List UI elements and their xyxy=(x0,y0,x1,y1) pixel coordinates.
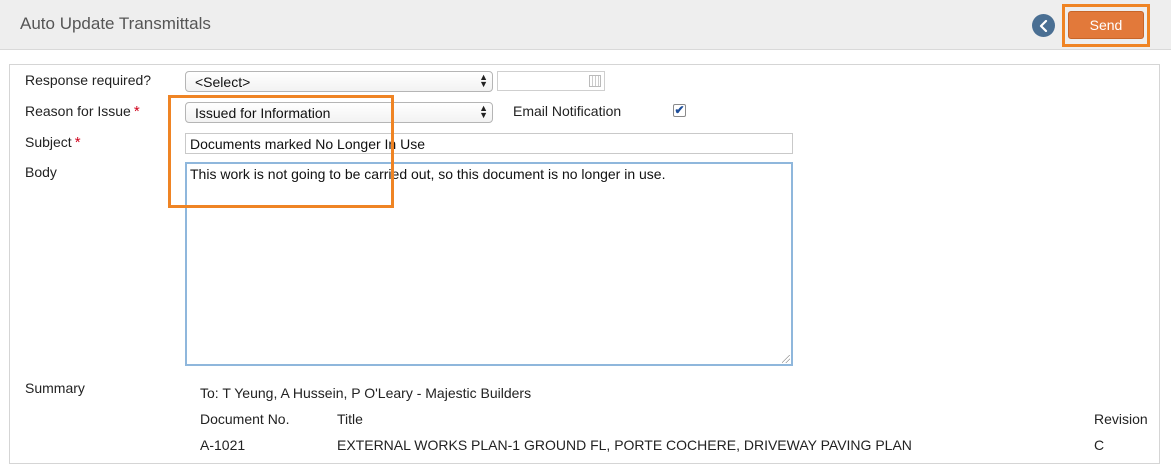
subject-label: Subject * xyxy=(25,134,81,151)
subject-input[interactable]: Documents marked No Longer In Use xyxy=(185,133,793,154)
body-textarea[interactable]: This work is not going to be carried out… xyxy=(185,162,793,366)
calendar-icon[interactable] xyxy=(589,75,601,87)
column-header-revision: Revision xyxy=(1094,411,1148,427)
column-header-title: Title xyxy=(337,411,363,427)
response-date-input[interactable] xyxy=(497,71,605,91)
reason-for-issue-select[interactable]: Issued for Information ▲ ▼ xyxy=(185,102,493,123)
reason-for-issue-label: Reason for Issue * xyxy=(25,103,140,120)
table-cell-revision: C xyxy=(1094,437,1105,453)
page-header: Auto Update Transmittals xyxy=(0,0,1171,50)
response-required-select[interactable]: <Select> ▲ ▼ xyxy=(185,71,493,92)
summary-recipients: To: T Yeung, A Hussein, P O'Leary - Maje… xyxy=(200,385,532,401)
updown-arrows-icon: ▲ ▼ xyxy=(479,72,488,89)
email-notification-checkbox[interactable]: ✔ xyxy=(673,104,686,117)
updown-arrows-icon: ▲ ▼ xyxy=(479,103,488,120)
body-label: Body xyxy=(25,164,57,180)
table-cell-doc-no: A-1021 xyxy=(200,437,246,453)
checkmark-icon: ✔ xyxy=(674,103,685,117)
subject-label-text: Subject xyxy=(25,134,72,150)
table-cell-title: EXTERNAL WORKS PLAN-1 GROUND FL, PORTE C… xyxy=(337,437,912,453)
chevron-left-icon xyxy=(1039,19,1047,32)
email-notification-label: Email Notification xyxy=(513,103,622,119)
page-title: Auto Update Transmittals xyxy=(20,14,211,33)
back-button[interactable] xyxy=(1032,14,1055,37)
body-text: This work is not going to be carried out… xyxy=(190,166,666,182)
resize-grip-icon[interactable] xyxy=(782,355,790,363)
required-mark: * xyxy=(133,103,140,120)
required-mark: * xyxy=(74,134,81,151)
response-required-value: <Select> xyxy=(195,74,251,90)
response-required-label: Response required? xyxy=(25,72,152,88)
column-header-doc-no: Document No. xyxy=(200,411,290,427)
send-button[interactable]: Send xyxy=(1068,11,1144,39)
summary-label: Summary xyxy=(25,380,85,396)
reason-for-issue-label-text: Reason for Issue xyxy=(25,103,131,119)
reason-for-issue-value: Issued for Information xyxy=(195,105,331,121)
